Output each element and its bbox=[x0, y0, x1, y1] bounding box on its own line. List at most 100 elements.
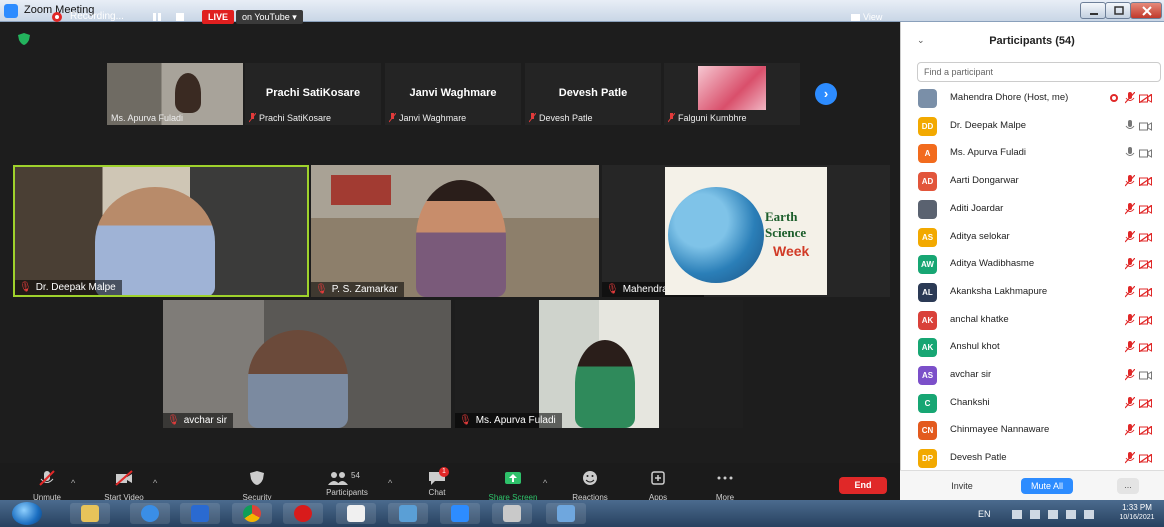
live-platform-label: on YouTube bbox=[242, 12, 290, 22]
taskbar-zoom[interactable] bbox=[440, 503, 480, 524]
video-icon bbox=[1139, 121, 1152, 131]
participant-row[interactable]: AS avchar sir bbox=[915, 362, 1160, 388]
media-player-icon bbox=[191, 505, 209, 522]
security-button[interactable]: Security bbox=[222, 470, 292, 502]
video-tile[interactable]: 🎙 Ms. Apurva Fuladi bbox=[455, 300, 743, 428]
mic-icon[interactable] bbox=[1125, 147, 1135, 159]
taskbar-ie[interactable] bbox=[130, 503, 170, 524]
strip-tile-devesh[interactable]: Devesh Patle Devesh Patle bbox=[525, 63, 661, 125]
end-meeting-button[interactable]: End bbox=[839, 477, 887, 494]
participant-row[interactable]: AD Aarti Dongarwar bbox=[915, 168, 1160, 194]
start-video-button[interactable]: Start Video bbox=[89, 470, 159, 502]
stop-recording-icon[interactable] bbox=[176, 13, 184, 21]
participant-row[interactable]: CN Chinmayee Nannaware bbox=[915, 417, 1160, 443]
taskbar-opera[interactable] bbox=[283, 503, 323, 524]
participants-panel-title: Participants (54) bbox=[989, 35, 1075, 47]
pause-recording-icon[interactable] bbox=[153, 13, 161, 21]
strip-tile-janvi[interactable]: Janvi Waghmare Janvi Waghmare bbox=[385, 63, 521, 125]
view-grid-icon bbox=[851, 14, 860, 22]
participant-row[interactable]: AL Akanksha Lakhmapure bbox=[915, 279, 1160, 305]
participant-row[interactable]: Mahendra Dhore (Host, me) bbox=[915, 85, 1160, 111]
live-platform-dropdown[interactable]: on YouTube ▾ bbox=[236, 10, 303, 24]
participant-row[interactable]: A Ms. Apurva Fuladi bbox=[915, 140, 1160, 166]
participant-row[interactable]: AK anchal khatke bbox=[915, 307, 1160, 333]
mic-muted-icon[interactable] bbox=[1125, 369, 1135, 381]
reactions-button[interactable]: Reactions bbox=[555, 470, 625, 502]
video-tile[interactable]: 🎙 avchar sir bbox=[163, 300, 451, 428]
taskbar-app2[interactable] bbox=[492, 503, 532, 524]
invite-button[interactable]: Invite bbox=[937, 478, 987, 494]
panel-more-button[interactable]: ... bbox=[1117, 478, 1139, 494]
mic-muted-icon[interactable] bbox=[1125, 230, 1135, 243]
participant-name: Chankshi bbox=[950, 396, 990, 408]
strip-tile-apurva[interactable]: Ms. Apurva Fuladi bbox=[107, 63, 243, 125]
mic-muted-icon[interactable] bbox=[1125, 341, 1135, 353]
tray-up-arrow-icon[interactable] bbox=[1012, 510, 1022, 519]
view-button[interactable]: View bbox=[851, 10, 882, 24]
tray-network-icon[interactable] bbox=[1030, 510, 1040, 519]
maximize-button[interactable] bbox=[1105, 2, 1131, 19]
mic-muted-icon[interactable] bbox=[1125, 92, 1135, 104]
close-button[interactable] bbox=[1130, 2, 1162, 19]
apps-button[interactable]: Apps bbox=[623, 470, 693, 502]
taskbar-explorer[interactable] bbox=[70, 503, 110, 524]
share-screen-button[interactable]: Share Screen bbox=[478, 470, 548, 502]
encryption-shield-icon[interactable] bbox=[18, 33, 30, 45]
taskbar-media[interactable] bbox=[180, 503, 220, 524]
participant-name: Mahendra Dhore (Host, me) bbox=[950, 92, 1069, 103]
video-off-icon bbox=[1139, 398, 1152, 408]
participant-row[interactable]: AK Anshul khot bbox=[915, 334, 1160, 360]
panel-collapse-icon[interactable]: ⌄ bbox=[917, 35, 925, 46]
participant-row[interactable]: C Chankshi bbox=[915, 390, 1160, 416]
strip-tile-prachi[interactable]: Prachi SatiKosare Prachi SatiKosare bbox=[245, 63, 381, 125]
participant-row[interactable]: DD Dr. Deepak Malpe bbox=[915, 113, 1160, 139]
participant-video bbox=[175, 73, 201, 113]
participant-row[interactable]: AW Aditya Wadibhasme bbox=[915, 251, 1160, 277]
taskbar-app3[interactable] bbox=[546, 503, 586, 524]
tray-clock-date[interactable]: 10/16/2021 bbox=[1117, 514, 1157, 521]
participant-row[interactable]: DP Devesh Patle bbox=[915, 445, 1160, 471]
mic-muted-icon[interactable] bbox=[1125, 452, 1135, 464]
mic-muted-icon[interactable] bbox=[1125, 175, 1135, 187]
participant-row[interactable]: AS Aditya selokar bbox=[915, 224, 1160, 250]
find-participant-input[interactable] bbox=[917, 62, 1161, 82]
participants-caret[interactable]: ^ bbox=[388, 478, 392, 488]
gallery-next-button[interactable]: › bbox=[815, 83, 837, 105]
chat-button[interactable]: 1 Chat bbox=[402, 467, 472, 500]
participant-name: Akanksha Lakhmapure bbox=[950, 285, 1048, 297]
video-off-icon bbox=[1139, 426, 1152, 436]
mic-muted-icon[interactable] bbox=[1125, 285, 1135, 298]
mic-muted-icon[interactable] bbox=[1125, 396, 1135, 409]
strip-tile-falguni[interactable]: Falguni Kumbhre bbox=[664, 63, 800, 125]
recording-icon bbox=[52, 12, 62, 22]
video-options-caret[interactable]: ^ bbox=[153, 478, 157, 488]
taskbar-app[interactable] bbox=[388, 503, 428, 524]
taskbar-chrome[interactable] bbox=[232, 503, 272, 524]
audio-options-caret[interactable]: ^ bbox=[71, 478, 75, 488]
participant-row[interactable]: Aditi Joardar bbox=[915, 196, 1160, 222]
participants-button[interactable]: 54 Participants bbox=[312, 470, 382, 500]
participant-name: avchar sir bbox=[950, 369, 992, 380]
participant-name: Aditi Joardar bbox=[950, 202, 1004, 214]
participant-avatar: DD bbox=[918, 116, 937, 136]
tray-clock-time[interactable]: 1:33 PM bbox=[1117, 503, 1157, 512]
strip-tile-label: Prachi SatiKosare bbox=[259, 113, 332, 123]
mic-icon[interactable] bbox=[1125, 119, 1135, 132]
video-tile-active-speaker[interactable]: 🎙 Dr. Deepak Malpe bbox=[13, 165, 309, 297]
mic-muted-icon[interactable] bbox=[1125, 424, 1135, 436]
mic-muted-icon[interactable] bbox=[1125, 313, 1135, 326]
tray-flag-icon[interactable] bbox=[1066, 510, 1076, 519]
tray-language[interactable]: EN bbox=[978, 509, 991, 519]
start-button[interactable] bbox=[12, 502, 42, 525]
more-button[interactable]: More bbox=[690, 470, 760, 502]
mic-muted-icon[interactable] bbox=[1125, 258, 1135, 270]
tray-display-icon[interactable] bbox=[1084, 510, 1094, 519]
zoom-icon bbox=[451, 505, 469, 522]
mic-muted-icon[interactable] bbox=[1125, 202, 1135, 215]
minimize-button[interactable] bbox=[1080, 2, 1106, 19]
tray-volume-icon[interactable] bbox=[1048, 510, 1058, 519]
taskbar-doc[interactable] bbox=[336, 503, 376, 524]
share-options-caret[interactable]: ^ bbox=[543, 478, 547, 488]
mute-all-button[interactable]: Mute All bbox=[1021, 478, 1073, 494]
video-tile[interactable]: 🎙 P. S. Zamarkar bbox=[311, 165, 599, 297]
